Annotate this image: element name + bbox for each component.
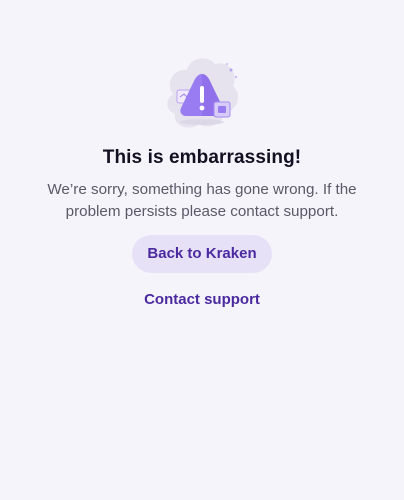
error-page: This is embarrassing! We’re sorry, somet…: [0, 0, 404, 500]
contact-support-link[interactable]: Contact support: [0, 290, 404, 310]
warning-illustration-icon: [159, 50, 245, 138]
error-message: We’re sorry, something has gone wrong. I…: [47, 181, 357, 220]
page-title: This is embarrassing!: [102, 147, 302, 168]
back-to-kraken-button[interactable]: Back to Kraken: [132, 235, 272, 273]
